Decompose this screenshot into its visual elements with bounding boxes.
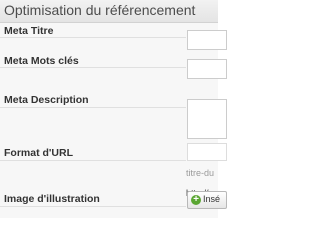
seo-form: Meta Titre Meta Mots clés Meta Descripti…	[0, 23, 227, 218]
section-header: Optimisation du référencement	[0, 0, 218, 23]
meta-title-input[interactable]	[187, 30, 227, 50]
insert-image-button[interactable]: + Insé	[187, 191, 227, 209]
plus-icon: +	[191, 195, 201, 205]
url-format-input[interactable]	[187, 143, 227, 161]
url-format-placeholder: titre-du	[186, 168, 215, 178]
insert-button-label: Insé	[203, 194, 221, 204]
divider	[0, 37, 186, 38]
meta-keywords-input[interactable]	[187, 59, 227, 79]
divider	[0, 160, 186, 161]
meta-title-label: Meta Titre	[4, 25, 54, 37]
meta-description-label: Meta Description	[4, 94, 89, 106]
divider	[0, 67, 186, 68]
url-format-label: Format d'URL	[4, 147, 73, 159]
meta-keywords-label: Meta Mots clés	[4, 55, 79, 67]
divider	[0, 107, 186, 108]
divider	[0, 206, 186, 207]
meta-description-textarea[interactable]	[187, 99, 227, 139]
illustration-label: Image d'illustration	[4, 193, 100, 205]
section-title: Optimisation du référencement	[4, 2, 196, 18]
